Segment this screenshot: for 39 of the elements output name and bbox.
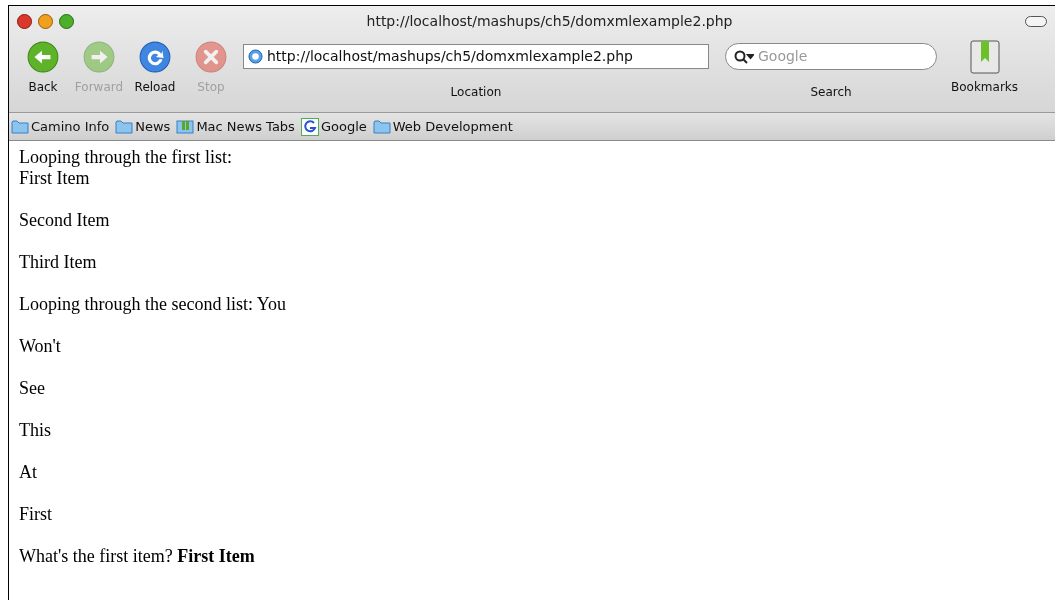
- toolbar-toggle-button[interactable]: [1025, 15, 1047, 27]
- search-label: Search: [810, 84, 852, 101]
- bookmark-link[interactable]: Web Development: [392, 116, 513, 137]
- bookmark-link[interactable]: Mac News Tabs: [196, 116, 295, 137]
- folder-icon: [372, 119, 391, 134]
- page-text: At: [19, 462, 38, 483]
- page-text: This: [19, 420, 52, 441]
- globe-icon: [248, 49, 263, 64]
- back-button[interactable]: Back: [15, 36, 71, 96]
- close-button[interactable]: [17, 13, 32, 29]
- page-text: What's the first item? First Item: [19, 546, 256, 567]
- page-text: Third Item: [19, 252, 98, 273]
- page-text: First: [19, 504, 53, 525]
- page-text: Looping through the second list: You: [19, 294, 287, 315]
- reload-icon: [138, 40, 172, 74]
- page-text: See: [19, 378, 46, 399]
- stop-icon: [194, 40, 228, 74]
- bookmarks-button[interactable]: Bookmarks: [951, 36, 1019, 96]
- page-text: First Item: [19, 168, 91, 189]
- bookmark-book-icon: [967, 40, 1002, 74]
- location-field[interactable]: http://localhost/mashups/ch5/domxmlexample2.php: [243, 44, 709, 69]
- folder-icon: [11, 119, 29, 134]
- bookmark-link[interactable]: Camino Info: [31, 116, 110, 137]
- bookmark-link[interactable]: Google: [320, 116, 367, 137]
- folder-icon: [115, 119, 134, 134]
- google-icon: [300, 117, 319, 136]
- window-title: http://localhost/mashups/ch5/domxmlexample2.php: [365, 11, 734, 31]
- page-text: Won't: [19, 336, 62, 357]
- search-icon: [734, 49, 754, 64]
- back-icon: [26, 40, 60, 74]
- minimize-button[interactable]: [38, 13, 53, 29]
- page-text: Second Item: [19, 210, 111, 231]
- zoom-button[interactable]: [59, 13, 74, 29]
- tabs-icon: [176, 119, 195, 134]
- reload-button[interactable]: Reload: [127, 36, 183, 96]
- location-label: Location: [450, 84, 502, 101]
- bookmark-link[interactable]: News: [135, 116, 171, 137]
- forward-icon: [82, 40, 116, 74]
- page-text: Looping through the first list:: [19, 147, 233, 168]
